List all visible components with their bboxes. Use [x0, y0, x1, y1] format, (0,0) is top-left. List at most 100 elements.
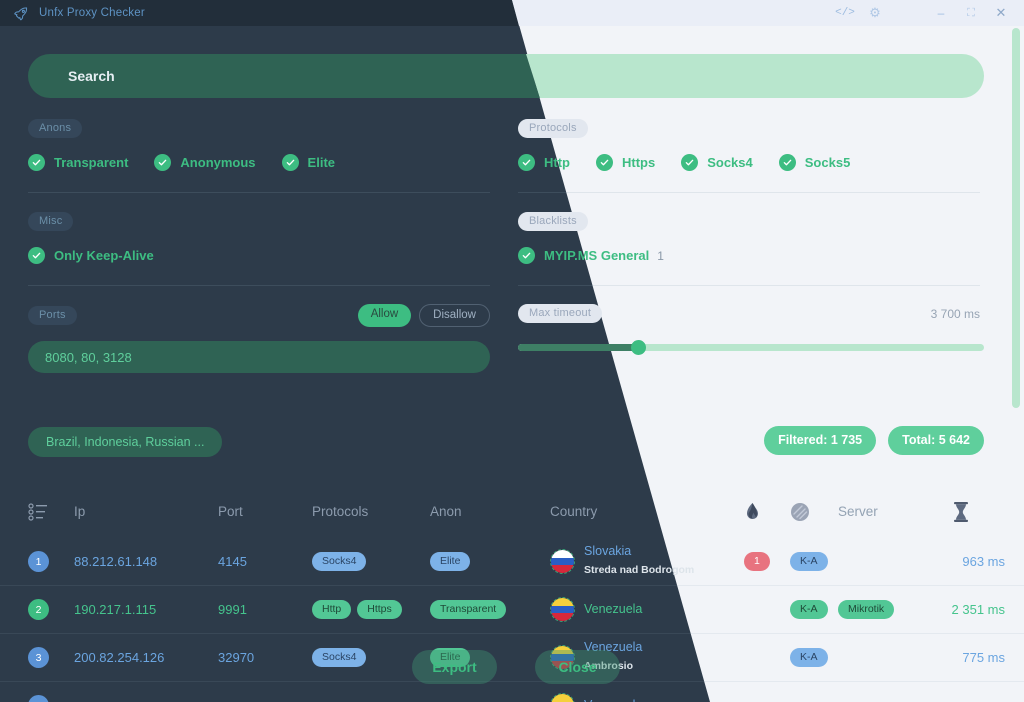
cell-port: 9991 — [218, 602, 247, 617]
cell-server-pill: Mikrotik — [838, 600, 895, 619]
close-button[interactable]: ✕ — [986, 0, 1016, 26]
checkbox-https[interactable]: Https — [596, 154, 655, 171]
blacklist-count: 1 — [657, 248, 664, 263]
max-timeout-chip: Max timeout — [518, 304, 603, 323]
max-timeout-value: 3 700 ms — [930, 306, 980, 321]
header-anon[interactable]: Anon — [430, 504, 462, 519]
cell-blacklist-badge: 1 — [744, 552, 770, 571]
country-filter-button[interactable]: Brazil, Indonesia, Russian ... — [28, 427, 223, 457]
checkbox-elite[interactable]: Elite — [281, 154, 336, 171]
checkbox-label: Transparent — [54, 155, 129, 170]
cell-port: 4145 — [218, 554, 247, 569]
cell-time: 2 351 ms — [951, 602, 1005, 617]
flame-icon[interactable] — [744, 502, 778, 522]
filter-row-anons-protocols: Anons Transparent Anonymous Elite Protoc… — [0, 118, 1024, 211]
close-button-action[interactable]: Close — [535, 650, 620, 684]
check-icon — [281, 154, 299, 171]
ports-input[interactable]: 8080, 80, 3128 — [28, 341, 490, 373]
max-timeout-slider[interactable] — [518, 340, 984, 355]
stats-badges: Filtered: 1 735 Total: 5 642 — [764, 426, 984, 455]
checkbox-transparent[interactable]: Transparent — [28, 154, 128, 171]
header-protocols[interactable]: Protocols — [312, 504, 368, 519]
header-ip[interactable]: Ip — [74, 504, 85, 519]
total-count-badge: Total: 5 642 — [888, 426, 984, 455]
anons-chip: Anons — [28, 119, 83, 138]
checkbox-http[interactable]: Http — [518, 154, 570, 171]
filter-group-blacklists: Blacklists MYIP.MS General 1 — [518, 211, 980, 286]
cell-protocol-pill: Socks4 — [312, 648, 367, 667]
table-row[interactable]: 1 88.212.61.148 4145 Socks4 Elite Slovak… — [0, 538, 1024, 586]
cell-time: 963 ms — [962, 554, 1005, 569]
slider-thumb[interactable] — [631, 340, 646, 355]
cell-keepalive-badge: K-A — [790, 648, 828, 667]
checkbox-label: Elite — [307, 155, 336, 170]
checkbox-only-keep-alive[interactable]: Only Keep-Alive — [28, 247, 154, 264]
table-row[interactable]: 2 190.217.1.115 9991 Http Https Transpar… — [0, 586, 1024, 634]
maximize-button[interactable]: ⛶ — [956, 0, 986, 26]
cell-country: Venezuela — [584, 601, 643, 616]
cell-country: Venezuela — [584, 698, 642, 702]
filter-row-misc-blacklists: Misc Only Keep-Alive Blacklists MYIP.MS … — [0, 211, 1024, 304]
search-label: Search — [68, 68, 115, 84]
checkbox-myip-ms-general[interactable]: MYIP.MS General 1 — [518, 247, 664, 264]
checkbox-socks5[interactable]: Socks5 — [778, 154, 851, 171]
check-icon — [28, 154, 45, 171]
ports-mode-toggle: Allow Disallow — [357, 304, 490, 327]
code-icon[interactable]: </> — [830, 0, 860, 26]
filter-group-protocols: Protocols Http Https Socks4 Socks5 — [518, 118, 980, 193]
gear-icon[interactable]: ⚙ — [860, 0, 890, 26]
cell-protocol-pill: Socks4 — [312, 552, 367, 571]
filter-group-misc: Misc Only Keep-Alive — [28, 211, 490, 286]
filter-group-anons: Anons Transparent Anonymous Elite — [28, 118, 490, 193]
scrollbar-thumb[interactable] — [1012, 28, 1020, 408]
checkbox-label: Socks4 — [707, 155, 753, 170]
cell-city: Streda nad Bodrogom — [584, 564, 695, 577]
header-country[interactable]: Country — [550, 504, 597, 519]
filter-group-ports: Ports Allow Disallow 8080, 80, 3128 — [28, 304, 490, 373]
header-server[interactable]: Server — [838, 504, 878, 519]
ports-allow-button[interactable]: Allow — [357, 304, 412, 327]
cell-port: 32970 — [218, 650, 255, 665]
checkbox-label: MYIP.MS General — [544, 248, 650, 263]
check-icon — [518, 247, 535, 264]
filter-group-timeout: Max timeout 3 700 ms — [518, 304, 984, 355]
checklist-icon[interactable] — [28, 502, 70, 521]
table-row[interactable]: 4 Venezuela — [0, 682, 1024, 702]
cell-anon-pill: Transparent — [430, 600, 507, 619]
ports-disallow-button[interactable]: Disallow — [419, 304, 490, 327]
checkbox-socks4[interactable]: Socks4 — [681, 154, 753, 171]
export-button[interactable]: Export — [412, 650, 497, 684]
row-index: 4 — [28, 695, 49, 702]
check-icon — [778, 154, 796, 171]
country-flag-icon — [550, 693, 575, 702]
checkbox-label: Http — [544, 155, 570, 170]
hourglass-icon[interactable] — [952, 501, 992, 523]
country-flag-icon — [550, 597, 575, 622]
cell-ip: 200.82.254.126 — [74, 650, 165, 665]
floating-action-bar: Export Close — [412, 650, 620, 684]
slider-fill — [518, 344, 636, 351]
check-icon — [518, 154, 535, 171]
cell-ip: 190.217.1.115 — [74, 602, 157, 617]
cell-country: Slovakia — [584, 543, 632, 558]
ports-chip: Ports — [28, 306, 77, 325]
cell-ip: 88.212.61.148 — [74, 554, 158, 569]
row-index: 2 — [28, 599, 49, 620]
check-icon — [596, 154, 613, 171]
blacklists-chip: Blacklists — [518, 212, 588, 231]
minimize-button[interactable]: – — [926, 0, 956, 26]
checkbox-anonymous[interactable]: Anonymous — [154, 154, 256, 171]
filters-panel: Anons Transparent Anonymous Elite Protoc… — [0, 118, 1024, 397]
row-index: 1 — [28, 551, 49, 572]
filtered-count-badge: Filtered: 1 735 — [764, 426, 877, 455]
cell-anon-pill: Elite — [430, 552, 471, 571]
check-icon — [154, 154, 172, 171]
header-port[interactable]: Port — [218, 504, 243, 519]
checkbox-label: Socks5 — [804, 155, 851, 170]
search-input[interactable]: Search — [28, 54, 984, 98]
cell-protocol-pill: Http — [312, 600, 352, 619]
filter-row-ports-timeout: Ports Allow Disallow 8080, 80, 3128 Max … — [0, 304, 1024, 397]
checkbox-label: Only Keep-Alive — [54, 248, 154, 263]
protocols-chip: Protocols — [518, 119, 588, 138]
check-icon — [28, 247, 45, 264]
